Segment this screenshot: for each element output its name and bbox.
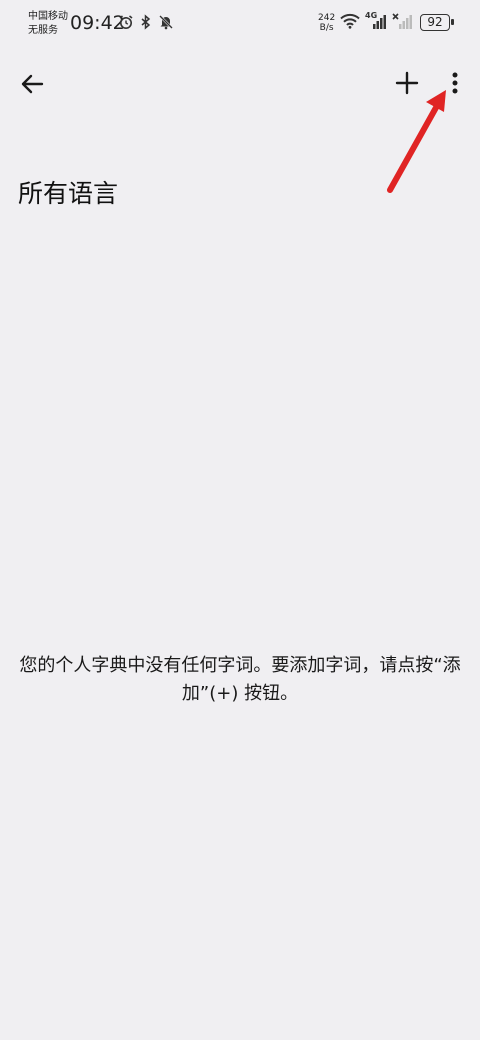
status-icons-left [118, 14, 174, 30]
status-bar: 中国移动 无服务 09:42 242 B/s 4G 92 [0, 0, 480, 44]
net-speed-unit: B/s [319, 23, 334, 33]
annotation-arrow-icon [387, 90, 446, 193]
empty-state-message: 您的个人字典中没有任何字词。要添加字词，请点按“添加”(+) 按钮。 [19, 655, 461, 704]
service-status: 无服务 [28, 25, 58, 36]
battery-indicator: 92 [420, 14, 454, 31]
clock: 09:42 [70, 12, 125, 34]
wifi-icon [340, 13, 360, 29]
alarm-icon [119, 15, 133, 29]
signal-strength-icon [373, 15, 386, 29]
mute-bell-icon [159, 15, 173, 30]
screen: 中国移动 无服务 09:42 242 B/s 4G 92 所有语言 您的个人字典… [0, 0, 480, 1040]
status-icons-right: 4G [340, 11, 414, 29]
net-speed-value: 242 [318, 13, 336, 23]
carrier-info: 中国移动 无服务 [28, 10, 68, 38]
page-title: 所有语言 [18, 179, 119, 208]
carrier-name: 中国移动 [28, 11, 68, 22]
back-arrow-icon[interactable] [16, 68, 48, 100]
signal-4g: 4G [365, 11, 387, 29]
no-signal-icon [392, 13, 412, 29]
bluetooth-icon [141, 14, 151, 30]
net-speed: 242 B/s [318, 13, 335, 33]
